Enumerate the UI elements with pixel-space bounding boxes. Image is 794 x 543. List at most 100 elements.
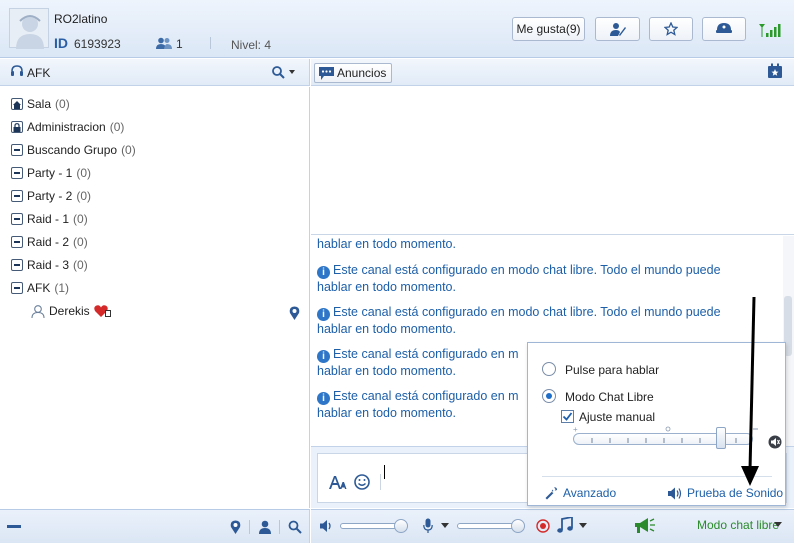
location-pin-icon[interactable]	[230, 520, 241, 534]
collapse-icon[interactable]	[11, 167, 23, 179]
channel-item-buscando-grupo[interactable]: Buscando Grupo (0)	[11, 141, 136, 159]
chat-message: i Este canal está configurado en modo cha…	[317, 304, 757, 337]
channel-item-raid-2[interactable]: Raid - 2 (0)	[11, 233, 88, 251]
user-icon	[31, 304, 45, 318]
username: RO2latino	[54, 12, 108, 26]
channel-name: Party - 2	[27, 189, 73, 203]
announcements-label: Anuncios	[337, 66, 387, 80]
channel-name: Raid - 1	[27, 212, 70, 226]
channel-item-raid-1[interactable]: Raid - 1 (0)	[11, 210, 88, 228]
home-icon	[11, 98, 23, 110]
announcements-button[interactable]: Anuncios	[314, 63, 393, 83]
channel-name: Administracion	[27, 120, 106, 134]
channel-count: (0)	[76, 166, 92, 180]
message-line: hablar en todo momento.	[317, 280, 456, 294]
manual-adjust-checkbox[interactable]	[561, 410, 574, 423]
channel-item-party-2[interactable]: Party - 2 (0)	[11, 187, 91, 205]
star-icon	[664, 22, 678, 36]
channel-search-dropdown-icon[interactable]	[271, 65, 297, 79]
voice-mode-label[interactable]: Modo chat libre	[697, 518, 779, 532]
heart-badge-icon	[93, 305, 111, 317]
likes-button[interactable]: Me gusta(9)	[512, 17, 585, 41]
collapse-icon[interactable]	[11, 259, 23, 271]
manual-adjust-label[interactable]: Ajuste manual	[579, 410, 655, 424]
message-line: hablar en todo momento.	[317, 364, 456, 378]
user-id: 6193923	[74, 37, 121, 51]
speaker-icon[interactable]	[320, 519, 334, 533]
emoji-icon[interactable]	[354, 474, 370, 490]
free-chat-mode-radio[interactable]	[542, 389, 556, 403]
announcements-bar: Anuncios	[311, 59, 794, 86]
moderator-button[interactable]	[702, 17, 746, 41]
info-icon: i	[317, 308, 330, 321]
message-line: hablar en todo momento.	[317, 406, 456, 420]
friends-count: 1	[176, 37, 183, 51]
voice-sensitivity-slider[interactable]	[573, 433, 753, 445]
header-divider	[210, 37, 211, 49]
id-label: ID	[54, 35, 68, 51]
location-pin-icon[interactable]	[289, 306, 300, 320]
top-header: RO2latino ID 6193923 1 Nivel: 4 Me gusta…	[0, 0, 794, 58]
message-line: hablar en todo momento.	[317, 322, 456, 336]
channel-header: AFK	[0, 59, 310, 86]
advanced-link[interactable]: Avanzado	[563, 486, 616, 500]
microphone-icon[interactable]	[423, 518, 433, 534]
user-name: Derekis	[49, 304, 90, 318]
slider-ticks	[591, 438, 737, 443]
music-note-icon[interactable]	[557, 517, 575, 534]
collapse-icon[interactable]	[11, 236, 23, 248]
popup-divider	[542, 476, 772, 477]
checkmark-icon	[562, 412, 573, 421]
lock-icon	[11, 121, 23, 133]
free-chat-mode-label[interactable]: Modo Chat Libre	[565, 390, 654, 404]
audio-controls-bar: Modo chat libre	[311, 509, 794, 543]
channel-item-sala[interactable]: Sala (0)	[11, 95, 70, 113]
collapse-icon[interactable]	[11, 190, 23, 202]
chevron-down-icon[interactable]	[579, 523, 587, 528]
divider	[249, 520, 250, 534]
channel-name: AFK	[27, 281, 51, 295]
search-icon[interactable]	[288, 520, 302, 534]
connection-signal-icon	[759, 24, 781, 37]
record-icon[interactable]	[536, 519, 550, 533]
user-level: Nivel: 4	[231, 38, 272, 52]
channel-item-administracion[interactable]: Administracion (0)	[11, 118, 124, 136]
collapse-icon[interactable]	[11, 144, 23, 156]
police-hat-icon	[716, 23, 732, 33]
chevron-down-icon[interactable]	[774, 522, 782, 527]
favorites-button[interactable]	[649, 17, 693, 41]
text-caret	[384, 465, 385, 479]
channel-item-afk[interactable]: AFK (1)	[11, 279, 69, 297]
channel-user-derekis[interactable]: Derekis	[31, 304, 112, 318]
voice-sensitivity-knob[interactable]	[716, 427, 726, 449]
channel-item-party-1[interactable]: Party - 1 (0)	[11, 164, 91, 182]
avatar-placeholder-icon	[16, 15, 44, 49]
chat-message: i Este canal está configurado en modo cha…	[317, 262, 757, 295]
info-icon: i	[317, 392, 330, 405]
collapse-icon[interactable]	[11, 213, 23, 225]
speaker-volume-knob[interactable]	[394, 519, 408, 533]
mute-speaker-icon[interactable]	[768, 435, 782, 449]
edit-profile-button[interactable]	[595, 17, 640, 41]
wrench-icon	[545, 487, 557, 500]
channel-name: Raid - 2	[27, 235, 70, 249]
friends-icon	[156, 37, 172, 49]
channel-name: Party - 1	[27, 166, 73, 180]
font-format-icon[interactable]	[329, 474, 347, 490]
chevron-down-icon[interactable]	[441, 523, 449, 528]
calendar-star-icon[interactable]	[767, 63, 783, 79]
channel-name: Buscando Grupo	[27, 143, 118, 157]
channel-item-raid-3[interactable]: Raid - 3 (0)	[11, 256, 88, 274]
megaphone-icon[interactable]	[633, 517, 655, 535]
collapse-icon[interactable]	[11, 282, 23, 294]
push-to-talk-label[interactable]: Pulse para hablar	[565, 363, 659, 377]
chat-message: hablar en todo momento.	[317, 237, 456, 251]
channel-count: (0)	[109, 120, 125, 134]
sound-test-link[interactable]: Prueba de Sonido	[687, 486, 783, 500]
push-to-talk-radio[interactable]	[542, 362, 556, 376]
avatar[interactable]	[9, 8, 49, 49]
message-line: Este canal está configurado en modo chat…	[333, 263, 721, 277]
mic-volume-knob[interactable]	[511, 519, 525, 533]
collapse-all-icon[interactable]	[7, 525, 21, 528]
user-icon[interactable]	[258, 520, 272, 534]
